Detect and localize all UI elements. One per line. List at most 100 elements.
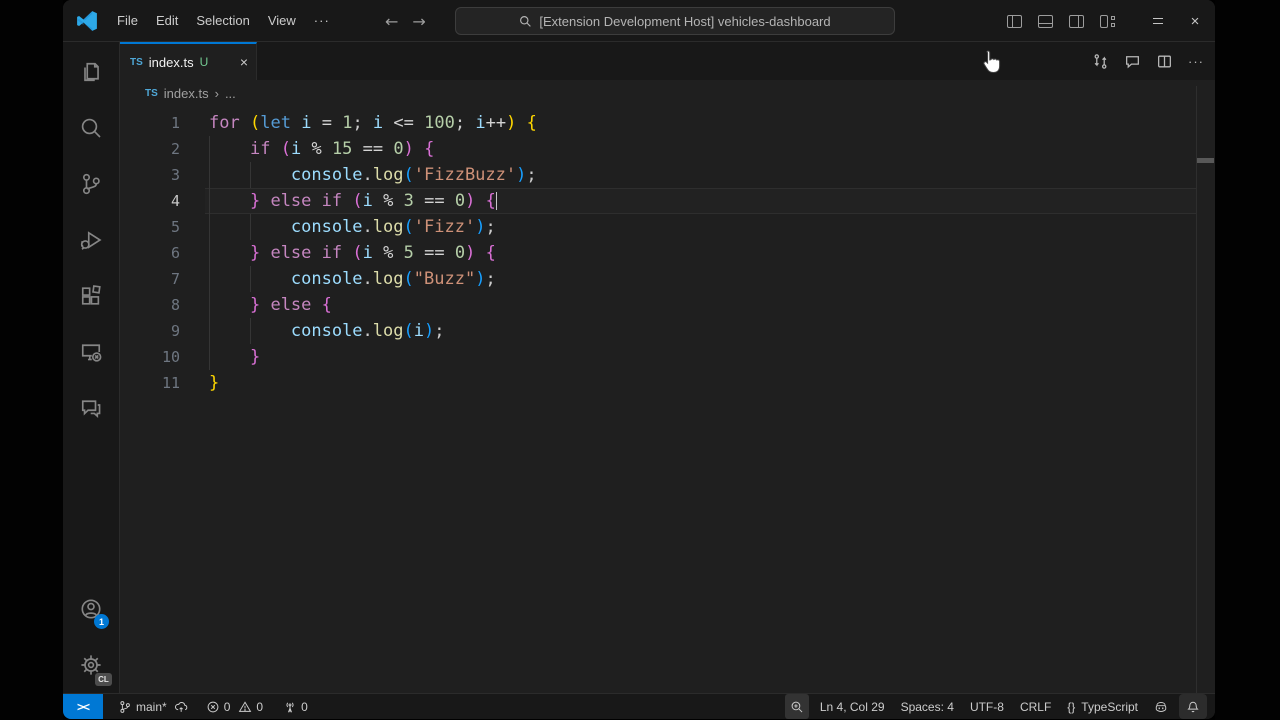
source-control-button[interactable]	[67, 156, 115, 212]
close-icon: ×	[1191, 13, 1200, 30]
split-editor-button[interactable]	[1153, 50, 1175, 72]
accounts-button[interactable]: 1	[67, 581, 115, 637]
toggle-panel-button[interactable]	[1030, 0, 1061, 42]
code-line[interactable]: 7 console.log("Buzz");	[120, 266, 1215, 292]
braces-icon: {}	[1067, 700, 1075, 714]
code-line[interactable]: 5 console.log('Fizz');	[120, 214, 1215, 240]
chevron-right-icon: ›	[215, 86, 219, 101]
mouse-hand-cursor	[979, 49, 1003, 77]
open-chat-button[interactable]	[1121, 50, 1143, 72]
compare-changes-button[interactable]	[1089, 50, 1111, 72]
line-number[interactable]: 3	[120, 162, 209, 188]
line-number[interactable]: 6	[120, 240, 209, 266]
menu-more-button[interactable]: ···	[305, 13, 339, 28]
line-content: } else {	[209, 292, 332, 318]
tab-label: index.ts	[149, 55, 194, 70]
run-debug-button[interactable]	[67, 212, 115, 268]
code-line[interactable]: 8 } else {	[120, 292, 1215, 318]
nav-back-icon[interactable]: ←	[385, 12, 398, 31]
source-control-icon	[79, 172, 103, 196]
code-line[interactable]: 6 } else if (i % 5 == 0) {	[120, 240, 1215, 266]
line-number[interactable]: 9	[120, 318, 209, 344]
code-line[interactable]: 3 console.log('FizzBuzz');	[120, 162, 1215, 188]
line-number[interactable]: 10	[120, 344, 209, 370]
compare-changes-icon	[1092, 53, 1109, 70]
error-count: 0	[224, 700, 231, 714]
minimize-button[interactable]	[1141, 0, 1175, 42]
files-icon	[79, 60, 103, 84]
indent-guide	[250, 162, 251, 188]
tab-index-ts[interactable]: TS index.ts U ×	[120, 42, 257, 80]
scrollbar-thumb[interactable]	[1197, 158, 1214, 163]
line-content: } else if (i % 5 == 0) {	[209, 240, 496, 266]
indent-guide	[209, 240, 210, 266]
command-center-search[interactable]: [Extension Development Host] vehicles-da…	[455, 7, 895, 35]
breadcrumb-symbol[interactable]: ...	[225, 86, 236, 101]
menu-file[interactable]: File	[108, 13, 147, 28]
indentation-status[interactable]: Spaces: 4	[896, 694, 959, 719]
status-bar-right: Ln 4, Col 29 Spaces: 4 UTF-8 CRLF {} Typ…	[785, 694, 1215, 719]
comments-button[interactable]	[67, 380, 115, 436]
typescript-file-icon: TS	[145, 88, 158, 99]
editor-actions: ···	[1089, 42, 1207, 80]
explorer-button[interactable]	[67, 44, 115, 100]
copilot-status[interactable]	[1149, 694, 1173, 719]
indent-guide	[209, 266, 210, 292]
problems-status[interactable]: 0 0	[201, 694, 268, 719]
customize-layout-button[interactable]	[1092, 0, 1123, 42]
indent-guide	[209, 292, 210, 318]
eol-status[interactable]: CRLF	[1015, 694, 1056, 719]
line-number[interactable]: 2	[120, 136, 209, 162]
modified-badge: U	[200, 55, 209, 69]
line-number[interactable]: 8	[120, 292, 209, 318]
branch-status[interactable]: main*	[113, 694, 193, 719]
tab-bar: TS index.ts U ×	[120, 42, 1215, 80]
ports-status[interactable]: 0	[278, 694, 313, 719]
line-number[interactable]: 1	[120, 110, 209, 136]
toggle-primary-sidebar-button[interactable]	[999, 0, 1030, 42]
code-line[interactable]: 10 }	[120, 344, 1215, 370]
settings-button[interactable]: CL	[67, 637, 115, 693]
remote-explorer-button[interactable]	[67, 324, 115, 380]
breadcrumb-file[interactable]: index.ts	[164, 86, 209, 101]
encoding-status[interactable]: UTF-8	[965, 694, 1009, 719]
menu-view[interactable]: View	[259, 13, 305, 28]
line-number[interactable]: 5	[120, 214, 209, 240]
code-editor[interactable]: 1for (let i = 1; i <= 100; i++) {2 if (i…	[120, 106, 1215, 693]
search-view-button[interactable]	[67, 100, 115, 156]
line-number[interactable]: 11	[120, 370, 209, 396]
menu-selection[interactable]: Selection	[187, 13, 258, 28]
copilot-icon	[1154, 700, 1168, 714]
code-line[interactable]: 11}	[120, 370, 1215, 396]
code-line[interactable]: 9 console.log(i);	[120, 318, 1215, 344]
more-actions-button[interactable]: ···	[1185, 50, 1207, 72]
line-number[interactable]: 4	[120, 188, 209, 214]
line-content: console.log(i);	[209, 318, 445, 344]
screencast-zoom-button[interactable]	[785, 694, 809, 719]
code-line[interactable]: 1for (let i = 1; i <= 100; i++) {	[120, 110, 1215, 136]
indent-guide	[209, 344, 210, 370]
comments-icon	[79, 396, 103, 420]
line-content: }	[209, 370, 219, 396]
code-line[interactable]: 2 if (i % 15 == 0) {	[120, 136, 1215, 162]
typescript-file-icon: TS	[130, 57, 143, 68]
language-mode-status[interactable]: {} TypeScript	[1062, 694, 1143, 719]
radio-tower-icon	[283, 700, 297, 714]
line-content: for (let i = 1; i <= 100; i++) {	[209, 110, 537, 136]
close-window-button[interactable]: ×	[1175, 0, 1215, 42]
remote-indicator[interactable]: ><	[63, 694, 103, 719]
tab-close-button[interactable]: ×	[240, 55, 248, 69]
menu-edit[interactable]: Edit	[147, 13, 187, 28]
indent-guide	[209, 188, 210, 214]
notifications-button[interactable]	[1179, 694, 1207, 719]
code-line[interactable]: 4 } else if (i % 3 == 0) {	[120, 188, 1215, 214]
run-debug-icon	[79, 228, 103, 252]
remote-explorer-icon	[79, 340, 103, 364]
nav-forward-icon[interactable]: →	[412, 12, 425, 31]
branch-name: main*	[136, 700, 167, 714]
overview-ruler[interactable]	[1196, 86, 1197, 693]
cursor-position-status[interactable]: Ln 4, Col 29	[815, 694, 890, 719]
line-number[interactable]: 7	[120, 266, 209, 292]
toggle-secondary-sidebar-button[interactable]	[1061, 0, 1092, 42]
extensions-button[interactable]	[67, 268, 115, 324]
